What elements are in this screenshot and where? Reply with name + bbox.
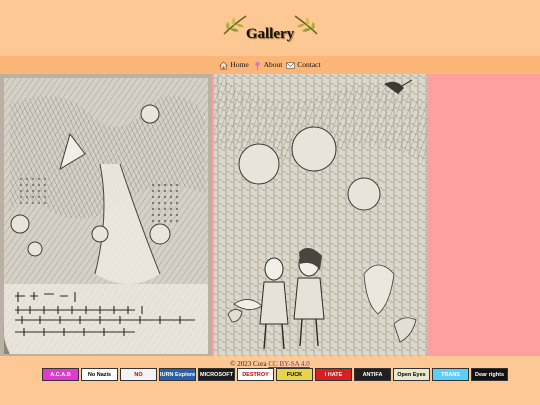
badge-88x31-7[interactable]: I HATE [315, 368, 352, 381]
copyright-line: © 2023 Cora CC BY-SA 4.0 [0, 360, 540, 368]
header: Gallery [0, 0, 540, 56]
drawing-forest-animals-image [0, 74, 212, 356]
pin-icon [254, 61, 260, 70]
badge-88x31-11[interactable]: Dear rights [471, 368, 508, 381]
badge-88x31-3[interactable]: BURN Explorer [159, 368, 196, 381]
leaf-ornament-right-icon [294, 15, 318, 35]
nav-about-link[interactable]: About [253, 56, 283, 74]
gallery-area [0, 74, 540, 356]
license-link[interactable]: CC BY-SA 4.0 [268, 360, 309, 368]
nav-home-link[interactable]: Home [219, 56, 249, 74]
footer: © 2023 Cora CC BY-SA 4.0 A.C.A.B No Nazis… [0, 356, 540, 405]
nav-about-label: About [263, 60, 283, 69]
badge-row: A.C.A.B No Nazis NO BURN Explorer MICROSOFT D… [42, 368, 512, 381]
nav-home-label: Home [230, 60, 249, 69]
nav-bar: Home About Contact [0, 56, 540, 74]
nav-contact-label: Contact [297, 60, 321, 69]
copyright-text: © 2023 Cora [230, 360, 267, 368]
badge-88x31-9[interactable]: Open Eyes [393, 368, 430, 381]
house-icon [219, 60, 229, 69]
drawing-two-figures-image [214, 74, 427, 356]
badge-88x31-8[interactable]: ANTIFA [354, 368, 391, 381]
badge-88x31-1[interactable]: No Nazis [81, 368, 118, 381]
badge-88x31-10[interactable]: TRANS [432, 368, 469, 381]
envelope-icon [286, 61, 296, 69]
badge-88x31-5[interactable]: DESTROY [237, 368, 274, 381]
nav-contact-link[interactable]: Contact [286, 56, 321, 74]
badge-88x31-4[interactable]: MICROSOFT [198, 368, 235, 381]
gallery-image-left[interactable] [0, 74, 212, 356]
gallery-image-right[interactable] [214, 74, 427, 356]
page-title: Gallery [245, 26, 295, 42]
badge-88x31-0[interactable]: A.C.A.B [42, 368, 79, 381]
badge-88x31-2[interactable]: NO [120, 368, 157, 381]
badge-88x31-6[interactable]: FUCK [276, 368, 313, 381]
